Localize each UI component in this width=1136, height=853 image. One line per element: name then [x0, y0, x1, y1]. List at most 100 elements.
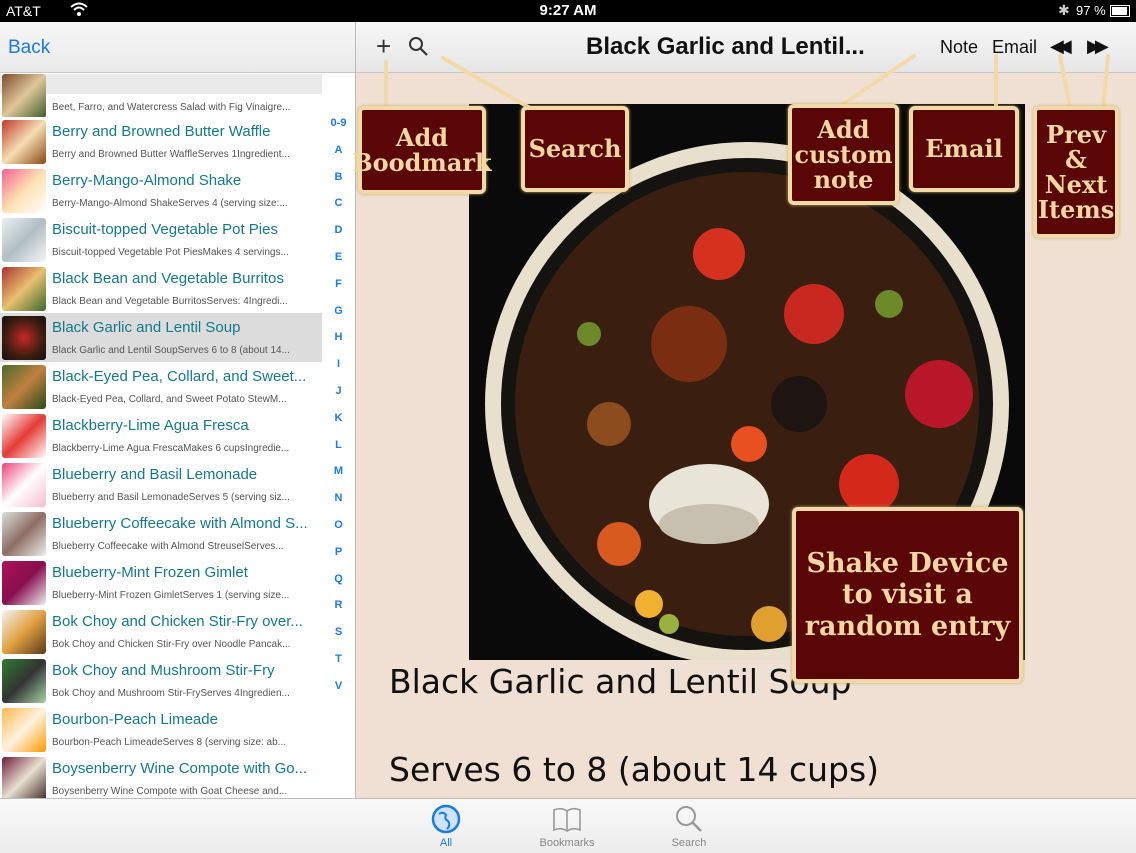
recipe-title: Blackberry-Lime Agua Fresca	[52, 417, 249, 434]
recipe-serves: Serves 6 to 8 (about 14 cups)	[389, 750, 880, 789]
index-letter[interactable]: M	[322, 465, 355, 492]
index-letter[interactable]: R	[322, 599, 355, 626]
recipe-title: Berry and Browned Butter Waffle	[52, 123, 271, 140]
bluetooth-icon: ✱	[1058, 2, 1070, 18]
recipe-title: Blueberry Coffeecake with Almond S...	[52, 515, 308, 532]
index-letter[interactable]: T	[322, 653, 355, 680]
recipe-title: Bok Choy and Chicken Stir-Fry over...	[52, 613, 303, 630]
search-icon[interactable]	[408, 36, 430, 63]
list-item[interactable]: Black Garlic and Lentil Soup Black Garlic…	[0, 313, 322, 363]
recipe-subtitle: Bourbon-Peach LimeadeServes 8 (serving s…	[52, 737, 287, 748]
alphabet-index[interactable]: 0-9 A B C D E F G H I J K L M N O P Q R S T V	[322, 117, 355, 707]
callout-line: custom	[794, 139, 893, 169]
recipe-list-panel: Back B Beet, Farro, and Watercress Salad…	[0, 22, 356, 798]
list-item[interactable]: Blueberry-Mint Frozen Gimlet Blueberry-Mi…	[0, 558, 322, 608]
list-item[interactable]: Beet, Farro, and Watercress Salad with F…	[0, 74, 322, 118]
tab-search[interactable]: Search	[649, 803, 729, 849]
callout-add-note: Add custom note	[788, 104, 899, 205]
add-bookmark-button[interactable]: +	[376, 31, 391, 62]
list-item[interactable]: Bok Choy and Mushroom Stir-Fry Bok Choy a…	[0, 656, 322, 706]
callout-line: to visit a	[842, 579, 973, 611]
index-letter[interactable]: V	[322, 680, 355, 707]
callout-line: Email	[925, 134, 1003, 164]
list-item[interactable]: Black-Eyed Pea, Collard, and Sweet... Bla…	[0, 362, 322, 412]
list-item[interactable]: Biscuit-topped Vegetable Pot Pies Biscuit…	[0, 215, 322, 265]
next-item-button[interactable]: ▶▶	[1087, 36, 1109, 57]
list-item[interactable]: Bok Choy and Chicken Stir-Fry over... Bok…	[0, 607, 322, 657]
recipe-title: Black Garlic and Lentil Soup	[389, 662, 852, 701]
recipe-thumbnail	[2, 169, 46, 213]
recipe-title: Boysenberry Wine Compote with Go...	[52, 760, 308, 777]
list-item[interactable]: Bourbon-Peach Limeade Bourbon-Peach Limea…	[0, 705, 322, 755]
recipe-subtitle: Berry and Browned Butter WaffleServes 1I…	[52, 149, 290, 160]
back-button[interactable]: Back	[8, 37, 50, 59]
recipe-title: Blueberry and Basil Lemonade	[52, 466, 258, 483]
callout-line: note	[813, 165, 874, 195]
tab-bookmarks[interactable]: Bookmarks	[527, 803, 607, 849]
callout-line: Next	[1044, 170, 1108, 199]
index-letter[interactable]: S	[322, 626, 355, 653]
sidebar-navbar: Back	[0, 22, 355, 73]
globe-icon	[431, 804, 461, 834]
index-letter[interactable]: N	[322, 492, 355, 519]
index-letter[interactable]: G	[322, 305, 355, 332]
list-item[interactable]: Berry and Browned Butter Waffle Berry and…	[0, 117, 322, 167]
index-letter[interactable]: F	[322, 278, 355, 305]
list-item[interactable]: Boysenberry Wine Compote with Go... Boyse…	[0, 754, 322, 798]
list-item[interactable]: Black Bean and Vegetable Burritos Black B…	[0, 264, 322, 314]
list-item[interactable]: Berry-Mango-Almond Shake Berry-Mango-Almo…	[0, 166, 322, 216]
callout-search: Search	[521, 106, 629, 192]
tab-bar: All Bookmarks Search	[0, 798, 1136, 853]
index-letter[interactable]: E	[322, 251, 355, 278]
callout-line: Prev	[1046, 119, 1106, 149]
recipe-thumbnail	[2, 659, 46, 703]
index-letter[interactable]: A	[322, 144, 355, 171]
index-letter[interactable]: L	[322, 439, 355, 466]
index-letter[interactable]: I	[322, 358, 355, 385]
recipe-thumbnail	[2, 267, 46, 311]
recipe-subtitle: Blueberry Coffeecake with Almond Streuse…	[52, 541, 284, 552]
index-letter[interactable]: H	[322, 331, 355, 358]
index-letter[interactable]: C	[322, 197, 355, 224]
index-letter[interactable]: P	[322, 546, 355, 573]
recipe-subtitle: Boysenberry Wine Compote with Goat Chees…	[52, 786, 288, 797]
tab-label: All	[439, 837, 453, 849]
list-item[interactable]: Blueberry and Basil Lemonade Blueberry an…	[0, 460, 322, 510]
index-letter[interactable]: D	[322, 224, 355, 251]
recipe-thumbnail	[2, 414, 46, 458]
recipe-subtitle: Beet, Farro, and Watercress Salad with F…	[52, 102, 291, 113]
index-letter[interactable]: K	[322, 412, 355, 439]
index-letter[interactable]: 0-9	[322, 117, 355, 144]
recipe-thumbnail	[2, 316, 46, 360]
index-letter[interactable]: J	[322, 385, 355, 412]
recipe-subtitle: Blueberry-Mint Frozen GimletServes 1 (se…	[52, 590, 290, 601]
battery-percent: 97 %	[1076, 3, 1106, 18]
callout-line: Shake Device	[806, 548, 1009, 580]
magnifier-icon	[676, 806, 702, 832]
recipe-subtitle: Black Bean and Vegetable BurritosServes:…	[52, 296, 288, 307]
recipe-thumbnail	[2, 708, 46, 752]
status-bar: AT&T 9:27 AM ✱ 97 %	[0, 0, 1136, 22]
recipe-thumbnail	[2, 463, 46, 507]
list-item[interactable]: Blackberry-Lime Agua Fresca Blackberry-Li…	[0, 411, 322, 461]
recipe-subtitle: Blueberry and Basil LemonadeServes 5 (se…	[52, 492, 290, 503]
callout-line: Items	[1037, 195, 1115, 225]
recipe-title: Blueberry-Mint Frozen Gimlet	[52, 564, 248, 581]
recipe-title: Black-Eyed Pea, Collard, and Sweet...	[52, 368, 307, 385]
recipe-title: Black Bean and Vegetable Burritos	[52, 270, 284, 287]
callout-add-bookmark: Add Boodmark	[352, 106, 492, 194]
recipe-subtitle: Bok Choy and Mushroom Stir-FryServes 4In…	[52, 688, 290, 699]
note-button[interactable]: Note	[940, 37, 978, 58]
index-letter[interactable]: B	[322, 171, 355, 198]
tab-all[interactable]: All	[406, 803, 486, 849]
email-button[interactable]: Email	[992, 37, 1037, 58]
recipe-thumbnail	[2, 74, 46, 118]
previous-item-button[interactable]: ◀◀	[1050, 36, 1072, 57]
recipe-subtitle: Berry-Mango-Almond ShakeServes 4 (servin…	[52, 198, 288, 209]
recipe-thumbnail	[2, 757, 46, 798]
index-letter[interactable]: Q	[322, 573, 355, 600]
index-letter[interactable]: O	[322, 519, 355, 546]
list-item[interactable]: Blueberry Coffeecake with Almond S... Blu…	[0, 509, 322, 559]
recipe-subtitle: Biscuit-topped Vegetable Pot PiesMakes 4…	[52, 247, 289, 258]
recipe-thumbnail	[2, 120, 46, 164]
